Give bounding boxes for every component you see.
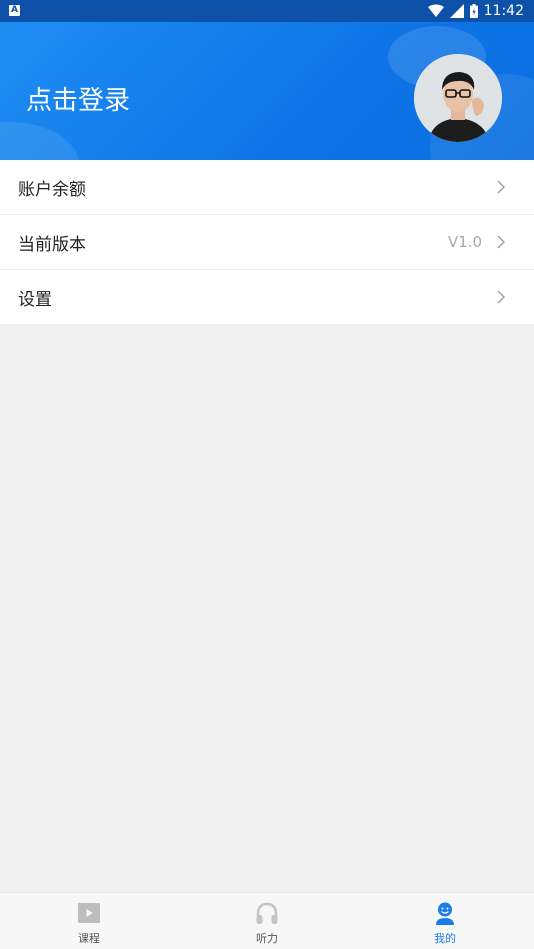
tab-listening[interactable]: 听力 (178, 893, 356, 949)
tab-mine[interactable]: 我的 (356, 893, 534, 949)
profile-icon (436, 902, 454, 925)
profile-header: 点击登录 (0, 22, 534, 160)
menu-item-label: 当前版本 (18, 234, 86, 255)
signal-icon (449, 4, 464, 18)
menu-item-current-version[interactable]: 当前版本 V1.0 (0, 215, 534, 270)
avatar[interactable] (414, 54, 502, 142)
tab-label: 听力 (256, 932, 278, 945)
menu-item-settings[interactable]: 设置 (0, 270, 534, 324)
tab-courses[interactable]: 课程 (0, 893, 178, 949)
battery-icon (469, 4, 478, 18)
status-indicators: 11:42 (427, 2, 524, 20)
status-bar: A 11:42 (0, 0, 534, 22)
clock: 11:42 (483, 3, 524, 19)
menu-item-label: 设置 (18, 289, 52, 310)
menu-item-account-balance[interactable]: 账户余额 (0, 160, 534, 215)
login-button[interactable]: 点击登录 (26, 80, 130, 117)
menu-item-label: 账户余额 (18, 179, 86, 200)
tab-label: 课程 (78, 932, 100, 945)
chevron-right-icon (497, 235, 505, 249)
avatar-photo (414, 54, 502, 142)
tab-label: 我的 (434, 932, 456, 945)
chevron-right-icon (497, 180, 505, 194)
settings-menu: 账户余额 当前版本 V1.0 设置 (0, 160, 534, 324)
bottom-tab-bar: 课程 听力 我的 (0, 892, 534, 949)
chevron-right-icon (497, 290, 505, 304)
play-video-icon (78, 903, 100, 923)
notification-icon: A (9, 5, 20, 16)
version-value: V1.0 (447, 233, 482, 251)
decor-bubble (0, 122, 80, 160)
headphones-icon (256, 902, 278, 924)
wifi-icon (427, 4, 444, 17)
